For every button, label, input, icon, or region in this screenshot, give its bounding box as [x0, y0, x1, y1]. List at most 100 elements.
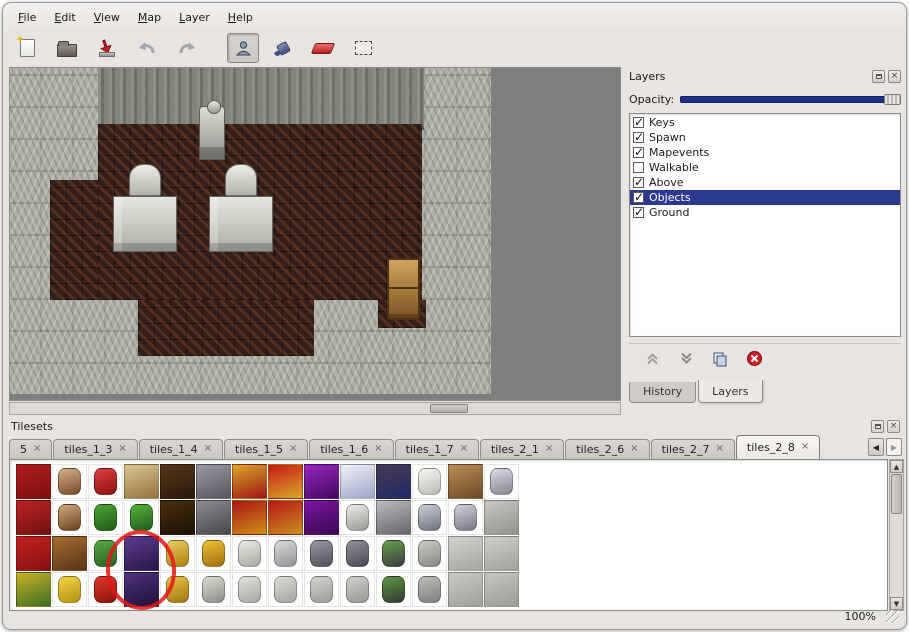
panel-tab-history[interactable]: History: [629, 382, 696, 403]
resize-grip[interactable]: [886, 610, 899, 623]
menu-map[interactable]: Map: [129, 8, 170, 27]
tile-armor-top[interactable]: [484, 464, 519, 499]
layer-row-ground[interactable]: ✓Ground: [630, 205, 900, 220]
tileset-tab-tiles_2_8[interactable]: tiles_2_8×: [736, 435, 820, 459]
layer-row-walkable[interactable]: Walkable: [630, 160, 900, 175]
tab-close-icon[interactable]: ×: [289, 444, 297, 454]
save-button[interactable]: [91, 33, 123, 63]
layer-row-above[interactable]: ✓Above: [630, 175, 900, 190]
layer-visibility-checkbox[interactable]: ✓: [633, 177, 644, 188]
tile-banner-cross[interactable]: [16, 536, 51, 571]
layer-visibility-checkbox[interactable]: ✓: [633, 132, 644, 143]
tileset-tab-tiles_1_5[interactable]: tiles_1_5×: [224, 439, 308, 459]
layer-visibility-checkbox[interactable]: ✓: [633, 147, 644, 158]
menu-layer[interactable]: Layer: [170, 8, 219, 27]
tileset-tab-tiles_2_1[interactable]: tiles_2_1×: [480, 439, 564, 459]
tile-red-cushion[interactable]: [88, 464, 123, 499]
tileset-tab-tiles_1_4[interactable]: tiles_1_4×: [139, 439, 223, 459]
panel-tab-layers[interactable]: Layers: [698, 380, 762, 403]
tile-armor-bottom[interactable]: [448, 500, 483, 535]
tile-stone-door-bottom[interactable]: [196, 500, 231, 535]
vscroll-thumb[interactable]: [891, 474, 902, 514]
layer-visibility-checkbox[interactable]: ✓: [633, 207, 644, 218]
tile-gargoyle-dark-2[interactable]: [340, 536, 375, 571]
menu-edit[interactable]: Edit: [45, 8, 84, 27]
tile-stone-pillar[interactable]: [376, 500, 411, 535]
scroll-down-button[interactable]: ▼: [890, 597, 903, 610]
undo-button[interactable]: [131, 33, 163, 63]
tile-stone-tile-2[interactable]: [484, 536, 519, 571]
tab-scroll-right-button[interactable]: ▶: [886, 438, 902, 456]
tile-obelisk[interactable]: [340, 500, 375, 535]
hscroll-thumb[interactable]: [430, 404, 468, 413]
layer-visibility-checkbox[interactable]: ✓: [633, 117, 644, 128]
tile-statue-figure-1[interactable]: [232, 572, 267, 607]
tile-gargoyle-dark[interactable]: [304, 536, 339, 571]
tab-close-icon[interactable]: ×: [118, 444, 126, 454]
tile-rock-pile[interactable]: [196, 572, 231, 607]
redo-button[interactable]: [171, 33, 203, 63]
tile-monument-top[interactable]: [412, 536, 447, 571]
move-layer-down-button[interactable]: [675, 348, 697, 370]
tile-purple-throne-bottom[interactable]: [304, 500, 339, 535]
close-panel-icon[interactable]: ×: [887, 420, 900, 433]
tile-stone-tile-3[interactable]: [448, 572, 483, 607]
menu-file[interactable]: File: [9, 8, 45, 27]
tileset-tab-tiles_2_6[interactable]: tiles_2_6×: [565, 439, 649, 459]
tile-red-throne-left[interactable]: [232, 464, 267, 499]
tile-banner-red[interactable]: [16, 500, 51, 535]
tile-monument-base[interactable]: [412, 572, 447, 607]
tab-close-icon[interactable]: ×: [716, 444, 724, 454]
tab-close-icon[interactable]: ×: [460, 444, 468, 454]
tile-statue-praying[interactable]: [232, 536, 267, 571]
layer-row-mapevents[interactable]: ✓Mapevents: [630, 145, 900, 160]
tile-tapestry-gold[interactable]: [124, 464, 159, 499]
layer-row-keys[interactable]: ✓Keys: [630, 115, 900, 130]
tile-gargoyle-silver[interactable]: [412, 500, 447, 535]
layer-visibility-checkbox[interactable]: ✓: [633, 192, 644, 203]
tile-stone-block[interactable]: [484, 500, 519, 535]
tile-stone-tile[interactable]: [448, 536, 483, 571]
tab-close-icon[interactable]: ×: [545, 444, 553, 454]
tab-close-icon[interactable]: ×: [33, 444, 41, 454]
layer-row-objects[interactable]: ✓Objects: [630, 190, 900, 205]
opacity-slider-handle[interactable]: [884, 94, 901, 105]
tile-bust-white[interactable]: [412, 464, 447, 499]
tileset-vscrollbar[interactable]: ▲ ▼: [889, 459, 904, 611]
tile-dark-cabinet-top[interactable]: [160, 464, 195, 499]
tile-banner-green-gold[interactable]: [16, 572, 51, 607]
opacity-slider[interactable]: [680, 94, 901, 105]
tileset-view[interactable]: [9, 459, 888, 611]
fill-tool-button[interactable]: [267, 33, 299, 63]
new-button[interactable]: [11, 33, 43, 63]
tileset-tab-tiles_1_7[interactable]: tiles_1_7×: [395, 439, 479, 459]
detach-panel-icon[interactable]: [872, 70, 885, 83]
open-button[interactable]: [51, 33, 83, 63]
move-layer-up-button[interactable]: [641, 348, 663, 370]
tile-spinning-wheel-2[interactable]: [52, 500, 87, 535]
tile-banner-red-gold[interactable]: [16, 464, 51, 499]
tileset-tab-tiles_1_6[interactable]: tiles_1_6×: [309, 439, 393, 459]
tile-statue-figure-3[interactable]: [304, 572, 339, 607]
tile-bookshelf[interactable]: [52, 536, 87, 571]
eraser-tool-button[interactable]: [307, 33, 339, 63]
tile-spinning-wheel[interactable]: [52, 464, 87, 499]
tileset-tab-tiles_1_3[interactable]: tiles_1_3×: [53, 439, 137, 459]
tile-red-throne-br[interactable]: [268, 500, 303, 535]
stamp-tool-button[interactable]: [227, 33, 259, 63]
tile-dark-cabinet-bottom[interactable]: [160, 500, 195, 535]
canvas-hscrollbar[interactable]: [9, 402, 621, 415]
tile-bananas[interactable]: [52, 572, 87, 607]
tile-gold-treasure[interactable]: [196, 536, 231, 571]
tab-close-icon[interactable]: ×: [374, 444, 382, 454]
tile-red-throne-right[interactable]: [268, 464, 303, 499]
layer-visibility-checkbox[interactable]: [633, 162, 644, 173]
tile-statue-figure-4[interactable]: [340, 572, 375, 607]
tile-portrait-frame[interactable]: [376, 464, 411, 499]
tileset-tab-tiles_2_7[interactable]: tiles_2_7×: [651, 439, 735, 459]
tab-close-icon[interactable]: ×: [801, 442, 809, 452]
tile-potted-plant[interactable]: [88, 500, 123, 535]
tile-banner-white-blue[interactable]: [340, 464, 375, 499]
menu-view[interactable]: View: [85, 8, 129, 27]
tile-purple-throne-top[interactable]: [304, 464, 339, 499]
